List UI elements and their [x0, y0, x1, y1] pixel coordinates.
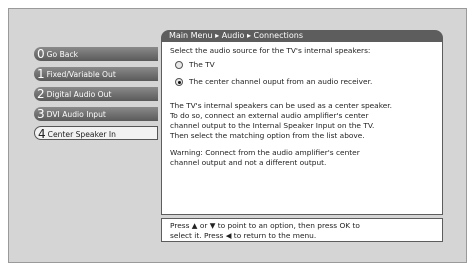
- menu-label: Center Speaker In: [47, 130, 116, 139]
- menu-number: 2: [37, 87, 45, 101]
- radio-selected-icon: [175, 78, 183, 86]
- menu-item-fixed-variable-out[interactable]: 1 Fixed/Variable Out: [34, 67, 158, 81]
- menu-item-dvi-audio-input[interactable]: 3 DVI Audio Input: [34, 107, 158, 121]
- menu-label: DVI Audio Input: [46, 110, 106, 119]
- warning-paragraph: Warning: Connect from the audio amplifie…: [170, 148, 360, 167]
- option-audio-receiver[interactable]: The center channel ouput from an audio r…: [175, 77, 372, 87]
- radio-icon: [175, 61, 183, 69]
- info-paragraph: The TV's internal speakers can be used a…: [170, 101, 392, 140]
- menu-label: Fixed/Variable Out: [46, 70, 116, 79]
- menu-number: 4: [38, 127, 46, 141]
- option-label: The center channel ouput from an audio r…: [189, 77, 373, 86]
- menu-number: 1: [37, 67, 45, 81]
- hint-box: Press ▲ or ▼ to point to an option, then…: [161, 218, 443, 242]
- menu-label: Go Back: [46, 50, 79, 59]
- prompt-text: Select the audio source for the TV's int…: [170, 46, 371, 55]
- option-label: The TV: [189, 60, 215, 69]
- option-the-tv[interactable]: The TV: [175, 60, 215, 70]
- menu-item-digital-audio-out[interactable]: 2 Digital Audio Out: [34, 87, 158, 101]
- menu-item-center-speaker-in[interactable]: 4 Center Speaker In: [34, 126, 158, 141]
- content-box: Select the audio source for the TV's int…: [161, 41, 443, 215]
- menu-number: 0: [37, 47, 45, 61]
- menu-number: 3: [37, 107, 45, 121]
- breadcrumb: Main Menu ▸ Audio ▸ Connections: [161, 30, 443, 41]
- menu-label: Digital Audio Out: [46, 90, 112, 99]
- menu-item-go-back[interactable]: 0 Go Back: [34, 47, 158, 61]
